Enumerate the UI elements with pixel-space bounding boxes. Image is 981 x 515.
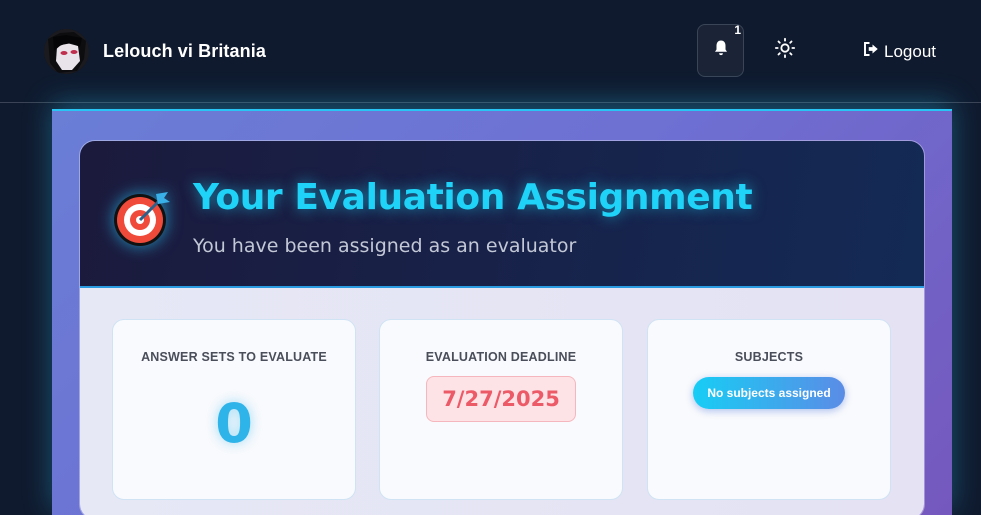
bell-icon bbox=[712, 39, 730, 62]
target-icon bbox=[112, 188, 172, 253]
username: Lelouch vi Britania bbox=[103, 41, 266, 61]
sun-icon bbox=[774, 37, 796, 64]
answer-sets-count: 0 bbox=[215, 392, 253, 455]
logout-label: Logout bbox=[884, 41, 936, 61]
subjects-badge: No subjects assigned bbox=[693, 377, 845, 409]
top-navbar: Lelouch vi Britania 1 Logout bbox=[0, 0, 981, 103]
notification-count-badge: 1 bbox=[734, 23, 741, 37]
theme-toggle-button[interactable] bbox=[771, 36, 799, 64]
deadline-value: 7/27/2025 bbox=[426, 376, 576, 422]
assignment-panel: Your Evaluation Assignment You have been… bbox=[52, 109, 952, 515]
assignment-card: Your Evaluation Assignment You have been… bbox=[79, 140, 925, 515]
logout-button[interactable]: Logout bbox=[862, 40, 936, 63]
deadline-card: EVALUATION DEADLINE 7/27/2025 bbox=[379, 319, 623, 500]
answer-sets-card: ANSWER SETS TO EVALUATE 0 bbox=[112, 319, 356, 500]
answer-sets-label: ANSWER SETS TO EVALUATE bbox=[141, 350, 327, 364]
assignment-header: Your Evaluation Assignment You have been… bbox=[80, 141, 924, 288]
subjects-label: SUBJECTS bbox=[734, 350, 804, 364]
deadline-label: EVALUATION DEADLINE bbox=[425, 350, 577, 364]
subjects-card: SUBJECTS No subjects assigned bbox=[647, 319, 891, 500]
notifications-button[interactable]: 1 bbox=[697, 23, 744, 77]
logout-icon bbox=[862, 40, 884, 63]
avatar[interactable] bbox=[44, 29, 89, 74]
page-subtitle: You have been assigned as an evaluator bbox=[193, 235, 577, 257]
user-profile[interactable]: Lelouch vi Britania bbox=[44, 29, 266, 74]
assignment-stats: ANSWER SETS TO EVALUATE 0 EVALUATION DEA… bbox=[80, 288, 924, 515]
page-title: Your Evaluation Assignment bbox=[193, 177, 753, 218]
